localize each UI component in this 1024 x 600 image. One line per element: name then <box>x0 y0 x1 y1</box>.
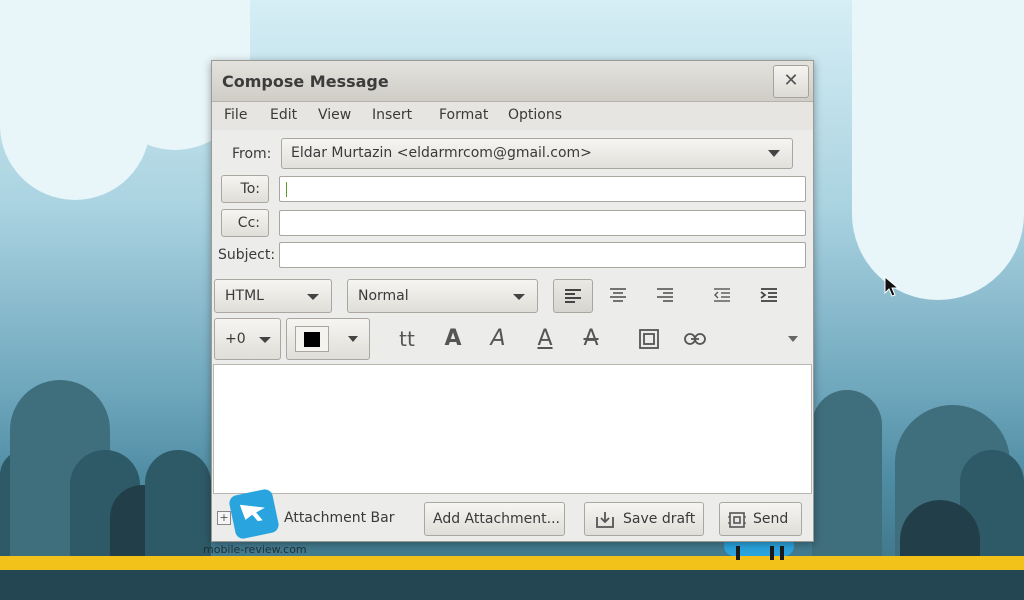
add-attachment-button[interactable]: Add Attachment... <box>424 502 565 536</box>
close-button[interactable]: ✕ <box>773 65 809 98</box>
font-size-value: +0 <box>225 331 246 347</box>
align-center-icon <box>610 288 626 302</box>
paragraph-style-value: Normal <box>358 288 409 304</box>
underline-button[interactable]: A <box>525 322 565 356</box>
align-center-button[interactable] <box>599 279 639 313</box>
ground-stripe <box>0 556 1024 570</box>
save-draft-icon <box>596 512 614 528</box>
ground-base <box>0 570 1024 600</box>
mascot-leg <box>780 546 784 560</box>
chevron-down-icon <box>768 150 780 157</box>
chevron-down-icon <box>788 336 798 342</box>
menu-insert[interactable]: Insert <box>372 107 412 123</box>
mascot-leg <box>736 546 740 560</box>
chevron-down-icon <box>348 336 358 342</box>
chevron-down-icon <box>513 294 525 300</box>
teletype-button[interactable]: tt <box>387 322 427 356</box>
to-button[interactable]: To: <box>221 175 269 203</box>
attachment-expander[interactable]: + <box>217 511 231 525</box>
close-icon: ✕ <box>783 70 799 91</box>
to-button-label: To: <box>240 181 260 197</box>
mascot-leg <box>770 546 774 560</box>
bold-button[interactable]: A <box>433 322 473 356</box>
menu-bar: File Edit View Insert Format Options <box>212 102 813 130</box>
add-attachment-label: Add Attachment... <box>433 511 560 527</box>
cc-field[interactable] <box>279 210 806 236</box>
paragraph-style-select[interactable]: Normal <box>347 279 538 313</box>
align-right-button[interactable] <box>646 279 686 313</box>
send-label: Send <box>753 511 789 527</box>
subject-field[interactable] <box>279 242 806 268</box>
text-caret <box>286 182 287 197</box>
bold-icon: A <box>444 326 462 351</box>
strikethrough-button[interactable]: A <box>571 322 611 356</box>
menu-view[interactable]: View <box>318 107 351 123</box>
strikethrough-icon: A <box>583 326 599 351</box>
background-cloud <box>852 0 1024 300</box>
text-color-select[interactable] <box>286 318 370 360</box>
cc-button[interactable]: Cc: <box>221 209 269 237</box>
to-field[interactable] <box>279 176 806 202</box>
italic-button[interactable]: A <box>478 322 518 356</box>
compose-window: Compose Message ✕ File Edit View Insert … <box>211 60 814 542</box>
mouse-pointer-icon <box>884 276 900 297</box>
indent-icon <box>760 288 777 302</box>
subject-label: Subject: <box>218 247 276 263</box>
attachment-bar-label[interactable]: Attachment Bar <box>284 510 394 526</box>
chevron-down-icon <box>259 337 271 343</box>
editor-mode-select[interactable]: HTML <box>214 279 332 313</box>
toolbar-overflow-button[interactable] <box>773 322 813 356</box>
color-swatch-frame <box>295 326 329 352</box>
align-left-button[interactable] <box>553 279 593 313</box>
insert-link-button[interactable] <box>675 322 715 356</box>
menu-format[interactable]: Format <box>439 107 488 123</box>
chevron-down-icon <box>307 294 319 300</box>
title-bar[interactable]: Compose Message ✕ <box>212 61 813 102</box>
message-body-editor[interactable] <box>213 364 812 494</box>
send-button[interactable]: Send <box>719 502 802 536</box>
unindent-button[interactable] <box>703 279 743 313</box>
background-tree <box>145 450 211 560</box>
menu-options[interactable]: Options <box>508 107 562 123</box>
unindent-icon <box>714 288 730 302</box>
italic-icon: A <box>490 326 506 351</box>
teletype-icon: tt <box>399 327 415 351</box>
save-draft-label: Save draft <box>623 511 696 527</box>
insert-image-button[interactable] <box>629 322 669 356</box>
send-icon <box>728 512 746 528</box>
from-value: Eldar Murtazin <eldarmrcom@gmail.com> <box>291 145 592 161</box>
align-left-icon <box>565 289 581 303</box>
from-select[interactable]: Eldar Murtazin <eldarmrcom@gmail.com> <box>281 138 793 169</box>
menu-edit[interactable]: Edit <box>270 107 297 123</box>
align-right-icon <box>657 288 673 302</box>
underline-icon: A <box>537 326 553 351</box>
background-tree <box>812 390 882 560</box>
image-frame-icon <box>639 329 659 349</box>
color-swatch <box>304 332 320 347</box>
cc-button-label: Cc: <box>237 215 260 231</box>
font-size-select[interactable]: +0 <box>214 318 281 360</box>
save-draft-button[interactable]: Save draft <box>584 502 704 536</box>
indent-button[interactable] <box>750 279 790 313</box>
menu-file[interactable]: File <box>224 107 247 123</box>
editor-mode-value: HTML <box>225 288 264 304</box>
window-title: Compose Message <box>222 72 389 91</box>
from-label: From: <box>232 146 272 162</box>
link-icon <box>684 333 706 345</box>
watermark-text: mobile-review.com <box>203 543 307 556</box>
watermark-logo <box>227 487 281 541</box>
